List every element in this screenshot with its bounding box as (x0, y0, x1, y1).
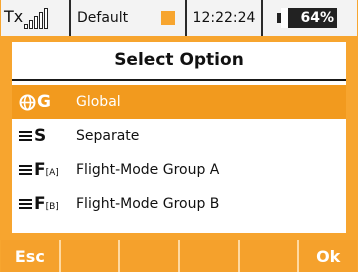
model-name-label: Default (77, 10, 129, 26)
softkey-4[interactable] (180, 240, 240, 272)
softkey-3[interactable] (120, 240, 181, 272)
flight-mode-group-icon: F [B] (12, 194, 62, 214)
flight-mode-group-icon: F [A] (12, 160, 62, 180)
option-label: Global (76, 94, 121, 110)
clock-time: 12:22:24 (192, 10, 256, 26)
signal-strength-icon (24, 7, 49, 29)
option-global[interactable]: G Global (12, 85, 346, 119)
dialog-title: Select Option (114, 50, 244, 70)
option-label: Separate (76, 128, 140, 144)
separate-icon: S (12, 126, 62, 146)
status-bar: Tx Default 12:22:24 64% (1, 0, 357, 36)
option-flight-mode-group-a[interactable]: F [A] Flight-Mode Group A (12, 153, 346, 187)
battery-icon: 64% (277, 8, 337, 28)
option-separate[interactable]: S Separate (12, 119, 346, 153)
select-option-dialog: Select Option G Global S Separate F [A] … (12, 42, 346, 233)
screen: Tx Default 12:22:24 64% Select Option G … (0, 0, 358, 272)
battery-percent: 64% (300, 10, 334, 26)
global-icon: G (12, 92, 62, 112)
tx-label: Tx (4, 6, 24, 26)
option-list: G Global S Separate F [A] Flight-Mode Gro… (12, 85, 346, 221)
softkey-2[interactable] (60, 240, 121, 272)
softkey-bar: Esc Ok (1, 240, 358, 272)
ok-button[interactable]: Ok (299, 240, 358, 272)
transmitter-signal: Tx (1, 0, 71, 36)
model-name: Default (71, 0, 187, 36)
model-status-indicator (161, 11, 175, 25)
esc-button[interactable]: Esc (1, 240, 61, 272)
option-label: Flight-Mode Group B (76, 196, 220, 212)
option-label: Flight-Mode Group A (76, 162, 220, 178)
title-divider (12, 79, 346, 81)
softkey-5[interactable] (239, 240, 300, 272)
clock: 12:22:24 (187, 0, 263, 36)
option-flight-mode-group-b[interactable]: F [B] Flight-Mode Group B (12, 187, 346, 221)
battery-empty-area (281, 8, 289, 28)
battery-indicator: 64% (263, 0, 357, 36)
